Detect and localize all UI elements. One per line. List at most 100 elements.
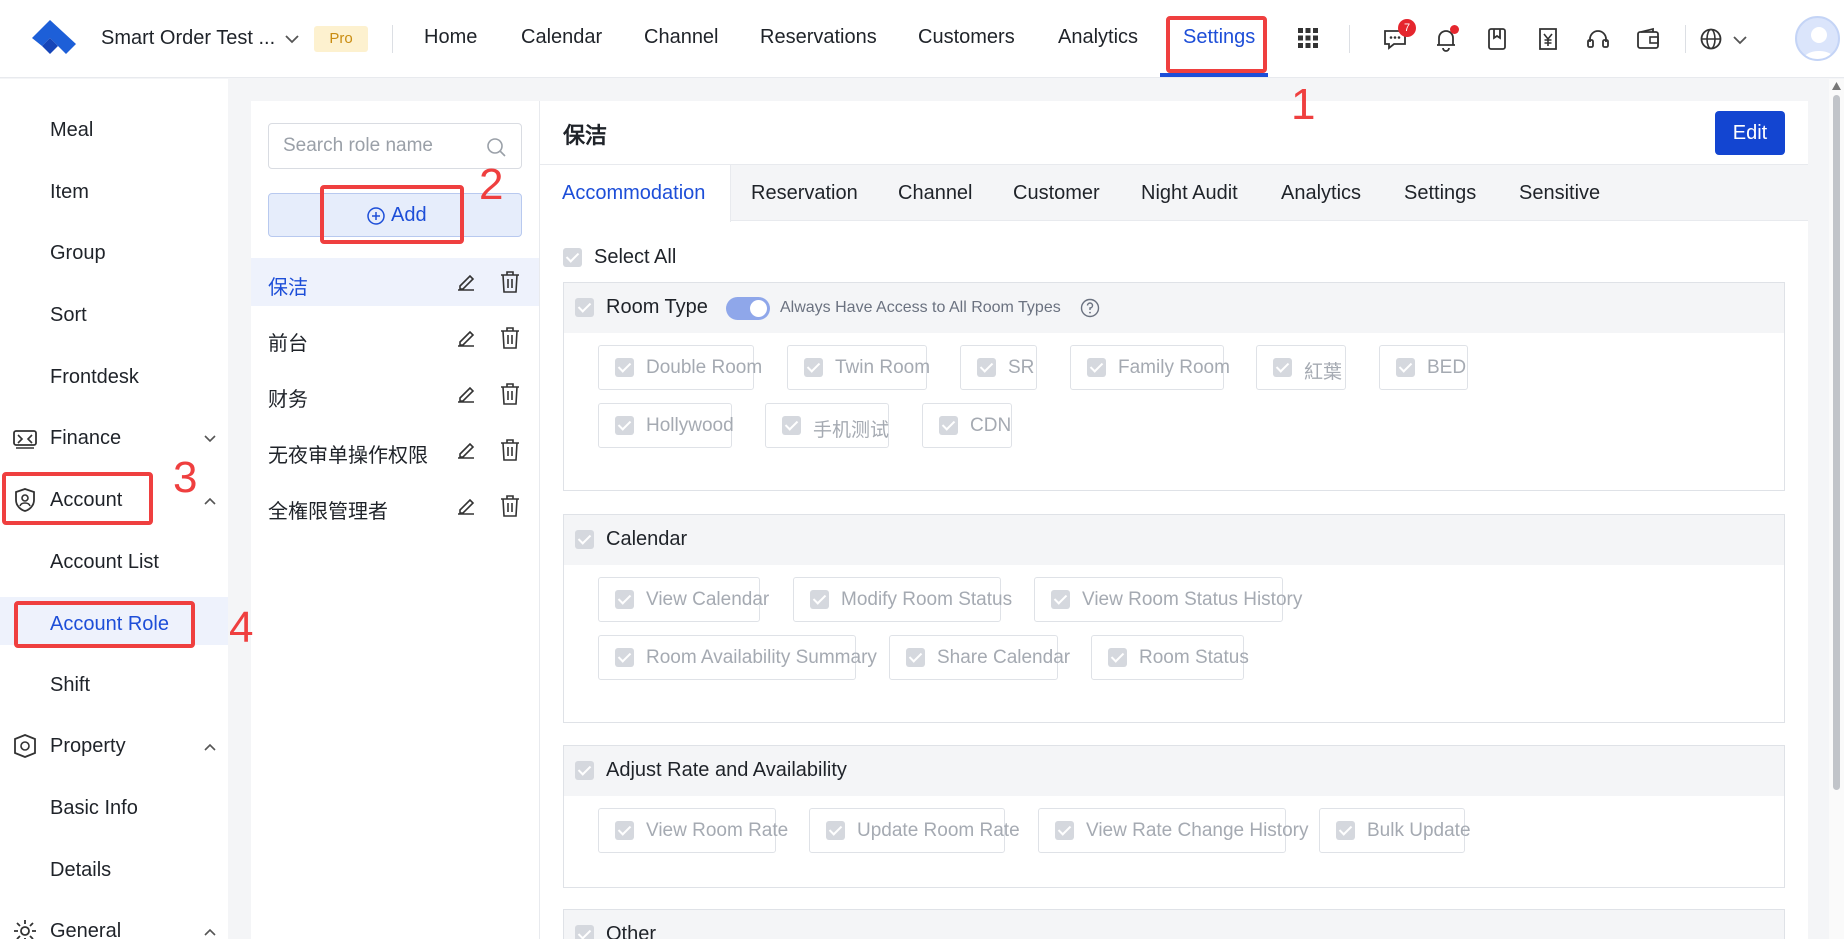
nav-customers[interactable]: Customers bbox=[918, 26, 1015, 49]
help-icon[interactable] bbox=[1080, 298, 1100, 318]
trash-icon[interactable] bbox=[499, 494, 521, 518]
checkbox[interactable] bbox=[615, 648, 634, 667]
permission-chip[interactable]: CDN bbox=[922, 403, 1012, 448]
checkbox[interactable] bbox=[575, 298, 594, 317]
edit-icon[interactable] bbox=[454, 382, 478, 406]
permission-chip[interactable]: SR bbox=[960, 345, 1037, 390]
tab-settings[interactable]: Settings bbox=[1404, 165, 1476, 221]
checkbox[interactable] bbox=[1108, 648, 1127, 667]
checkbox[interactable] bbox=[810, 590, 829, 609]
permission-chip[interactable]: Room Status bbox=[1091, 635, 1249, 680]
chevron-down-icon[interactable] bbox=[283, 30, 301, 48]
app-logo-icon[interactable] bbox=[28, 14, 80, 62]
yen-receipt-icon[interactable] bbox=[1535, 26, 1561, 52]
search-icon[interactable] bbox=[485, 136, 507, 158]
sidebar-item-frontdesk[interactable]: Frontdesk bbox=[50, 366, 139, 389]
nav-calendar[interactable]: Calendar bbox=[521, 26, 602, 49]
permission-chip[interactable]: Modify Room Status bbox=[793, 577, 1012, 622]
permission-chip[interactable]: Room Availability Summary bbox=[598, 635, 877, 680]
checkbox[interactable] bbox=[1273, 358, 1292, 377]
checkbox[interactable] bbox=[906, 648, 925, 667]
globe-icon[interactable] bbox=[1698, 26, 1724, 52]
checkbox[interactable] bbox=[826, 821, 845, 840]
scroll-up-icon[interactable] bbox=[1832, 82, 1841, 90]
role-list-item[interactable]: 无夜审单操作权限 bbox=[251, 426, 539, 474]
checkbox[interactable] bbox=[615, 821, 634, 840]
sidebar-item-item[interactable]: Item bbox=[50, 181, 89, 204]
tab-analytics[interactable]: Analytics bbox=[1281, 165, 1361, 221]
nav-home[interactable]: Home bbox=[424, 26, 477, 49]
sidebar-item-details[interactable]: Details bbox=[50, 859, 111, 882]
user-avatar[interactable] bbox=[1795, 16, 1840, 61]
tab-sensitive[interactable]: Sensitive bbox=[1519, 165, 1600, 221]
permission-chip[interactable]: View Rate Change History bbox=[1038, 808, 1308, 853]
permission-chip[interactable]: Bulk Update bbox=[1319, 808, 1471, 853]
headset-icon[interactable] bbox=[1585, 26, 1611, 52]
permission-chip[interactable]: 手机测试 bbox=[765, 403, 889, 448]
checkbox[interactable] bbox=[615, 358, 634, 377]
permission-chip[interactable]: Share Calendar bbox=[889, 635, 1070, 680]
edit-icon[interactable] bbox=[454, 270, 478, 294]
sidebar-group-property[interactable]: Property bbox=[12, 732, 218, 762]
permission-chip[interactable]: Update Room Rate bbox=[809, 808, 1020, 853]
tab-channel[interactable]: Channel bbox=[898, 165, 973, 221]
checkbox[interactable] bbox=[615, 416, 634, 435]
trash-icon[interactable] bbox=[499, 270, 521, 294]
tab-night-audit[interactable]: Night Audit bbox=[1141, 165, 1238, 221]
tab-customer[interactable]: Customer bbox=[1013, 165, 1100, 221]
permission-chip[interactable]: View Room Rate bbox=[598, 808, 788, 853]
sidebar-item-meal[interactable]: Meal bbox=[50, 119, 93, 142]
role-list-item[interactable]: 保洁 bbox=[251, 258, 539, 306]
sidebar-group-finance[interactable]: Finance bbox=[12, 424, 218, 454]
checkbox[interactable] bbox=[804, 358, 823, 377]
apps-grid-icon[interactable] bbox=[1297, 27, 1319, 49]
sidebar-item-sort[interactable]: Sort bbox=[50, 304, 87, 327]
permission-chip[interactable]: Hollywood bbox=[598, 403, 734, 448]
permission-chip[interactable]: 紅葉 bbox=[1256, 345, 1346, 390]
permission-chip[interactable]: Family Room bbox=[1070, 345, 1230, 390]
permission-chip[interactable]: Double Room bbox=[598, 345, 762, 390]
sidebar-item-basic-info[interactable]: Basic Info bbox=[50, 797, 138, 820]
sidebar-group-general[interactable]: General bbox=[12, 917, 218, 939]
checkbox[interactable] bbox=[1051, 590, 1070, 609]
checkbox[interactable] bbox=[615, 590, 634, 609]
checkbox[interactable] bbox=[1087, 358, 1106, 377]
sidebar-item-group[interactable]: Group bbox=[50, 242, 106, 265]
wallet-icon[interactable] bbox=[1635, 26, 1661, 52]
role-search-input[interactable] bbox=[283, 134, 483, 158]
permission-chip[interactable]: View Room Status History bbox=[1034, 577, 1302, 622]
checkbox[interactable] bbox=[563, 248, 582, 267]
nav-channel[interactable]: Channel bbox=[644, 26, 719, 49]
tab-accommodation[interactable]: Accommodation bbox=[540, 165, 731, 222]
scrollbar-thumb[interactable] bbox=[1833, 95, 1840, 790]
checkbox[interactable] bbox=[1055, 821, 1074, 840]
trash-icon[interactable] bbox=[499, 326, 521, 350]
edit-button[interactable]: Edit bbox=[1715, 111, 1785, 155]
permission-chip[interactable]: BED bbox=[1379, 345, 1468, 390]
checkbox[interactable] bbox=[939, 416, 958, 435]
checkbox[interactable] bbox=[575, 530, 594, 549]
role-list-item[interactable]: 全権限管理者 bbox=[251, 482, 539, 530]
permission-chip[interactable]: Twin Room bbox=[787, 345, 930, 390]
book-icon[interactable] bbox=[1484, 26, 1510, 52]
checkbox[interactable] bbox=[575, 925, 594, 939]
trash-icon[interactable] bbox=[499, 438, 521, 462]
role-list-item[interactable]: 前台 bbox=[251, 314, 539, 362]
edit-icon[interactable] bbox=[454, 326, 478, 350]
checkbox[interactable] bbox=[575, 761, 594, 780]
edit-icon[interactable] bbox=[454, 494, 478, 518]
store-name[interactable]: Smart Order Test ... bbox=[101, 27, 275, 50]
sidebar-item-account-list[interactable]: Account List bbox=[50, 551, 159, 574]
checkbox[interactable] bbox=[1396, 358, 1415, 377]
role-list-item[interactable]: 财务 bbox=[251, 370, 539, 418]
checkbox[interactable] bbox=[977, 358, 996, 377]
sidebar-item-shift[interactable]: Shift bbox=[50, 674, 90, 697]
chevron-down-icon[interactable] bbox=[1731, 31, 1749, 49]
all-room-types-toggle[interactable] bbox=[726, 297, 770, 320]
checkbox[interactable] bbox=[782, 416, 801, 435]
trash-icon[interactable] bbox=[499, 382, 521, 406]
permission-chip[interactable]: View Calendar bbox=[598, 577, 769, 622]
checkbox[interactable] bbox=[1336, 821, 1355, 840]
nav-analytics[interactable]: Analytics bbox=[1058, 26, 1138, 49]
tab-reservation[interactable]: Reservation bbox=[751, 165, 858, 221]
